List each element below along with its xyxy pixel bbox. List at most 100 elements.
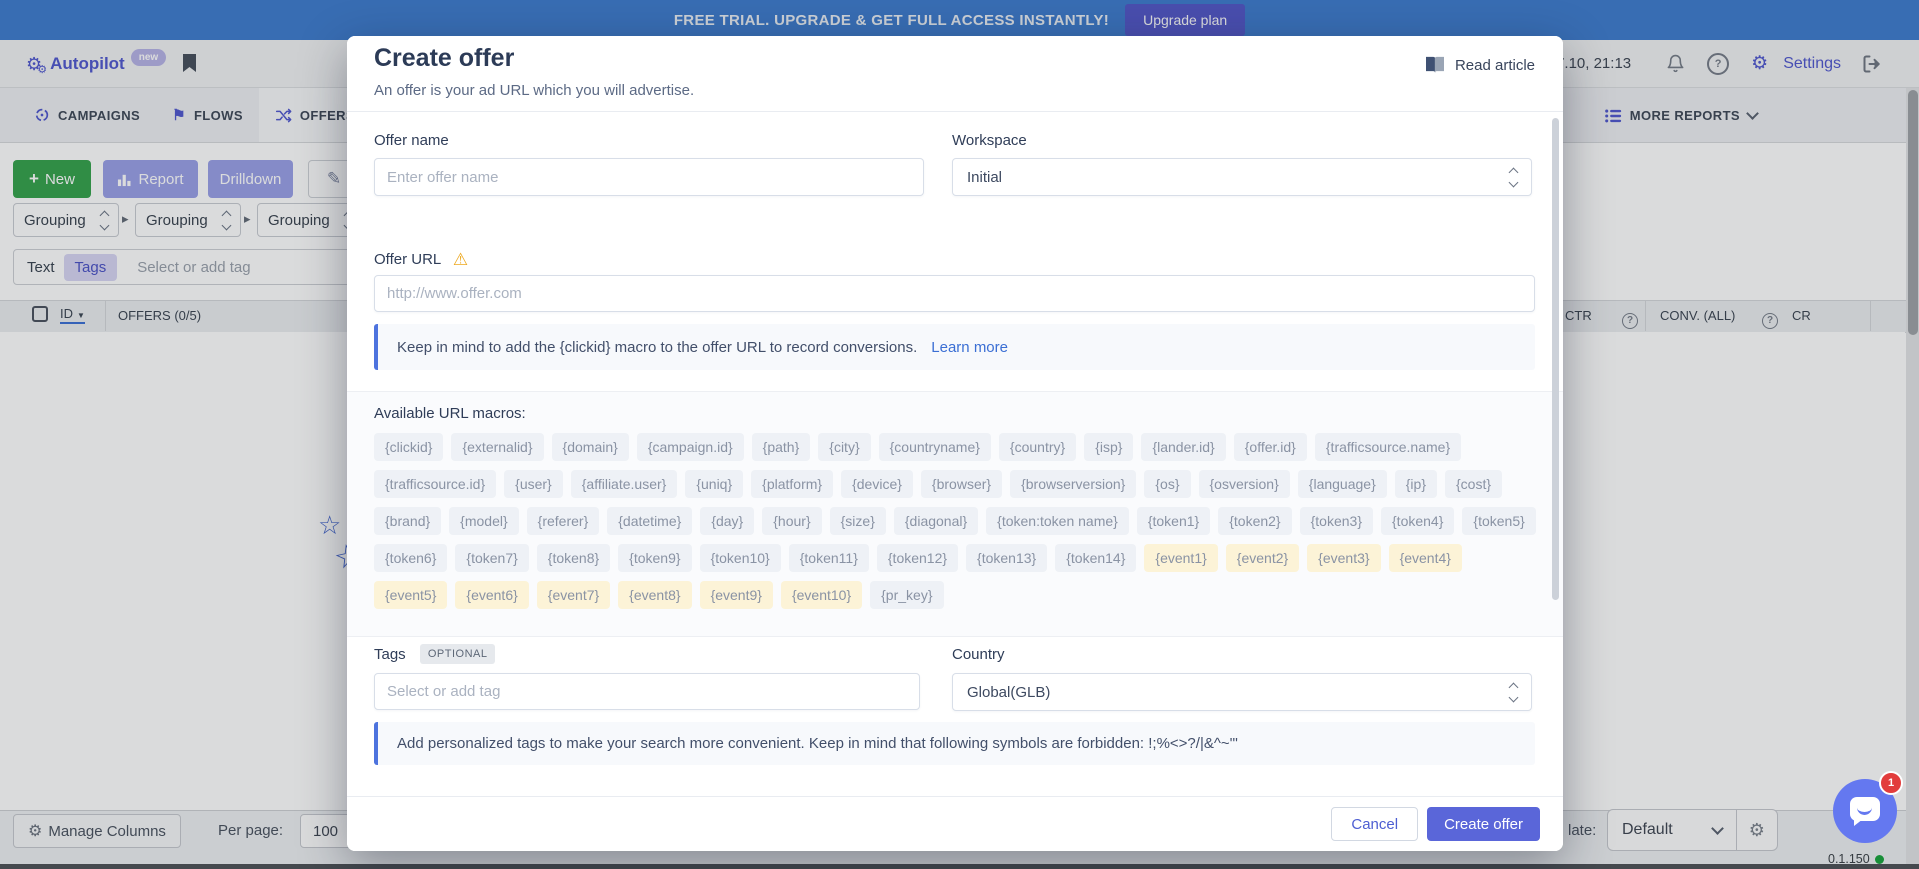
workspace-label: Workspace	[952, 132, 1027, 149]
window-bottom-edge	[0, 864, 1919, 869]
macro-chip[interactable]: {platform}	[751, 470, 833, 498]
macro-chip[interactable]: {token11}	[789, 544, 869, 572]
macro-chip[interactable]: {city}	[818, 433, 870, 461]
macro-chip[interactable]: {datetime}	[607, 507, 692, 535]
tags-note: Add personalized tags to make your searc…	[397, 735, 1238, 752]
macro-chip[interactable]: {token5}	[1462, 507, 1535, 535]
offer-url-label: Offer URL ⚠	[374, 250, 468, 270]
macro-chip[interactable]: {offer.id}	[1234, 433, 1307, 461]
tags-info-box: Add personalized tags to make your searc…	[374, 722, 1535, 765]
chat-widget-button[interactable]: 1	[1833, 779, 1897, 843]
modal-title: Create offer	[374, 44, 514, 73]
macro-chip[interactable]: {browserversion}	[1010, 470, 1136, 498]
macro-chip[interactable]: {token3}	[1300, 507, 1373, 535]
macro-chip[interactable]: {token2}	[1218, 507, 1291, 535]
workspace-select[interactable]: Initial	[952, 158, 1532, 196]
macro-chip[interactable]: {token8}	[537, 544, 610, 572]
macro-chip[interactable]: {token14}	[1055, 544, 1136, 572]
macro-chip[interactable]: {os}	[1144, 470, 1190, 498]
macro-chip[interactable]: {ip}	[1395, 470, 1437, 498]
macro-chip[interactable]: {event10}	[781, 581, 862, 609]
macro-chips: {clickid} {externalid} {domain} {campaign.i…	[374, 433, 1536, 609]
tags-label-text: Tags	[374, 646, 406, 663]
macro-chip[interactable]: {token9}	[618, 544, 691, 572]
macro-chip[interactable]: {event9}	[700, 581, 773, 609]
macro-chip[interactable]: {event4}	[1389, 544, 1462, 572]
macro-chip[interactable]: {event7}	[537, 581, 610, 609]
macro-chip[interactable]: {campaign.id}	[637, 433, 744, 461]
screen: FREE TRIAL. UPGRADE & GET FULL ACCESS IN…	[0, 0, 1919, 869]
macro-chip[interactable]: {countryname}	[879, 433, 991, 461]
macro-chip[interactable]: {pr_key}	[870, 581, 943, 609]
macro-chip[interactable]: {token6}	[374, 544, 447, 572]
create-offer-modal: Create offer An offer is your ad URL whi…	[347, 36, 1563, 851]
macro-chip[interactable]: {affiliate.user}	[571, 470, 678, 498]
macros-section: Available URL macros: {clickid} {external…	[347, 391, 1563, 637]
country-label: Country	[952, 646, 1005, 663]
warning-icon: ⚠	[453, 250, 468, 269]
updown-chevrons-icon	[1510, 169, 1517, 186]
macro-chip[interactable]: {token4}	[1381, 507, 1454, 535]
offer-url-label-text: Offer URL	[374, 251, 441, 268]
modal-footer: Cancel Create offer	[347, 796, 1563, 851]
macro-chip[interactable]: {lander.id}	[1141, 433, 1225, 461]
country-select[interactable]: Global(GLB)	[952, 673, 1532, 711]
offer-url-input[interactable]	[374, 275, 1535, 312]
macro-chip[interactable]: {trafficsource.id}	[374, 470, 496, 498]
clickid-info-box: Keep in mind to add the {clickid} macro …	[374, 324, 1535, 370]
country-value: Global(GLB)	[967, 684, 1050, 701]
macro-chip[interactable]: {event2}	[1226, 544, 1299, 572]
macro-chip[interactable]: {token1}	[1137, 507, 1210, 535]
offer-name-input[interactable]	[374, 158, 924, 196]
macro-chip[interactable]: {event8}	[618, 581, 691, 609]
modal-subtitle: An offer is your ad URL which you will a…	[374, 82, 694, 99]
tags-input[interactable]	[374, 673, 920, 710]
macro-chip[interactable]: {language}	[1298, 470, 1387, 498]
macro-chip[interactable]: {referer}	[527, 507, 600, 535]
macro-chip[interactable]: {trafficsource.name}	[1315, 433, 1461, 461]
optional-badge: OPTIONAL	[420, 644, 496, 664]
cancel-button[interactable]: Cancel	[1331, 807, 1418, 841]
macro-chip[interactable]: {osversion}	[1199, 470, 1290, 498]
macro-chip[interactable]: {brand}	[374, 507, 441, 535]
macro-chip[interactable]: {device}	[841, 470, 913, 498]
offer-name-label: Offer name	[374, 132, 449, 149]
macro-chip[interactable]: {path}	[752, 433, 811, 461]
chat-bubble-icon	[1850, 797, 1880, 821]
macro-chip[interactable]: {uniq}	[685, 470, 743, 498]
macro-chip[interactable]: {clickid}	[374, 433, 443, 461]
updown-chevrons-icon	[1510, 684, 1517, 701]
macro-chip[interactable]: {event1}	[1144, 544, 1217, 572]
macro-chip[interactable]: {token7}	[455, 544, 528, 572]
macro-chip[interactable]: {token:token name}	[986, 507, 1129, 535]
macro-chip[interactable]: {user}	[504, 470, 563, 498]
create-offer-button[interactable]: Create offer	[1427, 807, 1540, 841]
macro-chip[interactable]: {event6}	[455, 581, 528, 609]
chat-unread-badge: 1	[1879, 771, 1903, 795]
macro-chip[interactable]: {token10}	[700, 544, 781, 572]
macro-chip[interactable]: {model}	[449, 507, 518, 535]
workspace-value: Initial	[967, 169, 1002, 186]
macros-label: Available URL macros:	[374, 405, 526, 422]
macro-chip[interactable]: {isp}	[1084, 433, 1133, 461]
read-article-link[interactable]: Read article	[1424, 56, 1535, 74]
book-icon	[1424, 56, 1446, 74]
macro-chip[interactable]: {token12}	[877, 544, 958, 572]
macro-chip[interactable]: {diagonal}	[894, 507, 978, 535]
read-article-label: Read article	[1455, 57, 1535, 74]
clickid-note: Keep in mind to add the {clickid} macro …	[397, 339, 917, 356]
macro-chip[interactable]: {externalid}	[451, 433, 543, 461]
tags-label: Tags OPTIONAL	[374, 646, 495, 663]
macro-chip[interactable]: {day}	[700, 507, 754, 535]
macro-chip[interactable]: {event3}	[1307, 544, 1380, 572]
macro-chip[interactable]: {hour}	[762, 507, 821, 535]
macro-chip[interactable]: {size}	[830, 507, 886, 535]
modal-scrollbar-thumb[interactable]	[1552, 118, 1559, 600]
macro-chip[interactable]: {browser}	[921, 470, 1002, 498]
learn-more-link[interactable]: Learn more	[931, 339, 1008, 356]
macro-chip[interactable]: {country}	[999, 433, 1076, 461]
macro-chip[interactable]: {token13}	[966, 544, 1047, 572]
macro-chip[interactable]: {event5}	[374, 581, 447, 609]
macro-chip[interactable]: {cost}	[1445, 470, 1502, 498]
macro-chip[interactable]: {domain}	[552, 433, 629, 461]
